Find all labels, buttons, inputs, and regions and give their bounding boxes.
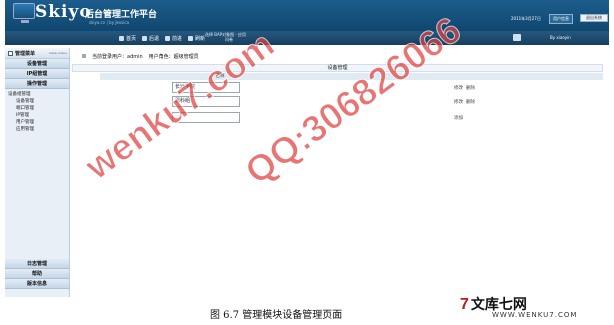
sidebar-header: 管理菜单 menu menu [5, 48, 69, 59]
sidebar-section-ipgroup[interactable]: IP组管理 [5, 69, 69, 79]
breadcrumb: 当前登录用户：admin 用户角色：超级管理员 [82, 53, 199, 60]
site-logo-url: WWW.WENKU7.COM [492, 311, 578, 319]
edit-link[interactable]: 修改 [454, 85, 463, 91]
menu-icon [8, 50, 13, 56]
nav-back[interactable]: 后退 [142, 35, 159, 42]
refresh-icon [188, 36, 194, 41]
nav-refresh-label: 刷新 [195, 36, 206, 42]
user-info-button[interactable]: 用户信息 [549, 14, 573, 24]
current-user: 当前登录用户：admin [92, 54, 143, 60]
figure-caption: 图 6.7 管理模块设备管理页面 [210, 310, 343, 321]
sidebar-submenu: 设备组管理 设备管理 端口管理 IP管理 用户管理 应用管理 [5, 89, 69, 133]
sidebar-section-version[interactable]: 版本信息 [5, 279, 69, 289]
sidebar-section-help[interactable]: 帮助 [5, 269, 69, 279]
sidebar-item-port[interactable]: 端口管理 [8, 105, 69, 112]
nav-refresh[interactable]: 刷新 [188, 35, 205, 42]
sidebar-title: 管理菜单 [15, 50, 36, 57]
app-logo: Skiyo [35, 2, 92, 22]
window-icon[interactable] [513, 34, 521, 41]
site-logo-mark: 7 [460, 296, 469, 313]
nav-back-label: 后退 [149, 36, 160, 42]
exit-button[interactable]: 退出系统 [580, 14, 608, 22]
sidebar-item-device-group[interactable]: 设备组管理 [8, 91, 69, 98]
nav-bar: 首页 后退 前进 刷新 选择 BAP对象图 · 应用 问卷 By xiaoyin [5, 31, 609, 45]
user-role: 用户角色：超级管理员 [148, 54, 199, 60]
sidebar-section-log[interactable]: 日志管理 [5, 259, 69, 269]
nav-forward[interactable]: 前进 [165, 35, 182, 42]
add-link[interactable]: 添加 [454, 115, 463, 121]
home-icon [119, 36, 124, 41]
top-header: Skiyo 后台管理工作平台 skiyo.cn | by Jessica 201… [5, 0, 609, 31]
sidebar-item-user[interactable]: 用户管理 [8, 119, 69, 126]
app-url: skiyo.cn | by Jessica [89, 20, 129, 25]
edit-link[interactable]: 修改 [454, 99, 463, 105]
nav-home-label: 首页 [126, 36, 137, 42]
left-sidebar: 管理菜单 menu menu 设备管理 IP组管理 操作管理 设备组管理 设备管… [5, 48, 70, 297]
forward-icon [165, 36, 171, 41]
sidebar-item-app[interactable]: 应用管理 [8, 126, 69, 133]
back-icon [142, 36, 148, 41]
nav-home[interactable]: 首页 [119, 35, 136, 42]
sidebar-section-operation[interactable]: 操作管理 [5, 79, 69, 89]
author-text: By xiaoyin [550, 35, 571, 40]
nav-forward-label: 前进 [172, 36, 183, 42]
sidebar-item-ip[interactable]: IP管理 [8, 112, 69, 119]
sidebar-title-en: menu menu [48, 51, 67, 55]
nav-items: 首页 后退 前进 刷新 [119, 35, 205, 42]
monitor-icon [13, 3, 35, 23]
delete-link[interactable]: 删除 [466, 85, 475, 91]
sidebar-bottom: 日志管理 帮助 版本信息 [5, 259, 69, 289]
date-display: 2011年3月27日 [511, 16, 541, 21]
row-ops-add: 添加 [454, 115, 463, 121]
row-ops-2: 修改 删除 [454, 99, 475, 105]
page-title: 设备管理 [72, 64, 603, 72]
sidebar-section-device[interactable]: 设备管理 [5, 59, 69, 69]
delete-link[interactable]: 删除 [466, 99, 475, 105]
bullet-icon [82, 54, 86, 58]
app-title: 后台管理工作平台 [85, 10, 158, 20]
sidebar-item-device[interactable]: 设备管理 [8, 98, 69, 105]
row-ops-1: 修改 删除 [454, 85, 475, 91]
